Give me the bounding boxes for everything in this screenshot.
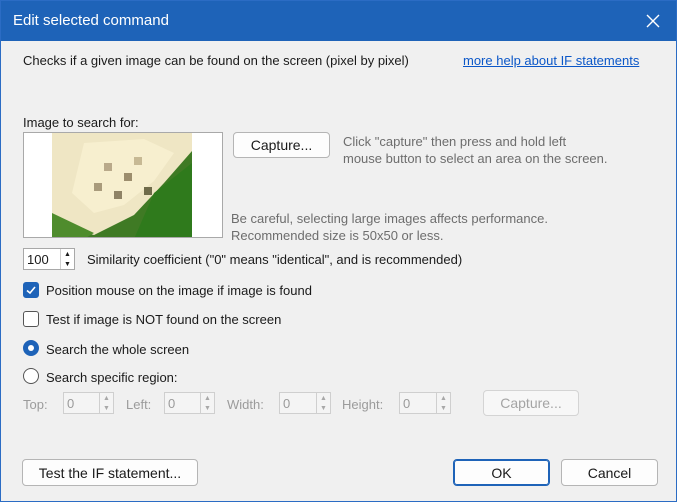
- help-link[interactable]: more help about IF statements: [463, 53, 639, 68]
- test-not-found-label[interactable]: Test if image is NOT found on the screen: [46, 312, 281, 327]
- image-preview: [23, 132, 223, 238]
- spin-down-icon[interactable]: ▼: [437, 403, 450, 413]
- title-bar: Edit selected command: [1, 1, 676, 41]
- ok-button[interactable]: OK: [453, 459, 550, 486]
- close-button[interactable]: [630, 1, 676, 41]
- spin-up-icon[interactable]: ▲: [100, 393, 113, 403]
- spin-up-icon[interactable]: ▲: [437, 393, 450, 403]
- spin-down-icon[interactable]: ▼: [61, 259, 74, 269]
- capture-button[interactable]: Capture...: [233, 132, 330, 158]
- position-mouse-label[interactable]: Position mouse on the image if image is …: [46, 283, 312, 298]
- search-specific-region-radio[interactable]: [23, 368, 39, 384]
- spin-down-icon[interactable]: ▼: [100, 403, 113, 413]
- warning-line1: Be careful, selecting large images affec…: [231, 211, 548, 226]
- region-height-stepper[interactable]: 0 ▲ ▼: [399, 392, 451, 414]
- region-top-label: Top:: [23, 397, 48, 412]
- spin-up-icon[interactable]: ▲: [317, 393, 330, 403]
- capture-hint-line1: Click "capture" then press and hold left: [343, 134, 567, 149]
- search-whole-screen-label[interactable]: Search the whole screen: [46, 342, 189, 357]
- dialog-title: Edit selected command: [13, 12, 169, 29]
- search-whole-screen-radio[interactable]: [23, 340, 39, 356]
- similarity-label: Similarity coefficient ("0" means "ident…: [87, 252, 463, 267]
- region-width-value[interactable]: 0: [280, 396, 316, 411]
- region-top-stepper[interactable]: 0 ▲ ▼: [63, 392, 114, 414]
- test-not-found-checkbox[interactable]: [23, 311, 39, 327]
- spin-down-icon[interactable]: ▼: [317, 403, 330, 413]
- region-top-value[interactable]: 0: [64, 396, 99, 411]
- warning-line2: Recommended size is 50x50 or less.: [231, 228, 444, 243]
- similarity-value[interactable]: 100: [24, 252, 60, 267]
- region-left-stepper[interactable]: 0 ▲ ▼: [164, 392, 215, 414]
- capture-hint-line2: mouse button to select an area on the sc…: [343, 151, 608, 166]
- captured-image-thumbnail: [52, 133, 192, 237]
- region-height-label: Height:: [342, 397, 384, 412]
- test-if-statement-button[interactable]: Test the IF statement...: [22, 459, 198, 486]
- image-label: Image to search for:: [23, 115, 139, 130]
- close-icon: [646, 14, 660, 28]
- spin-up-icon[interactable]: ▲: [61, 249, 74, 259]
- similarity-stepper[interactable]: 100 ▲ ▼: [23, 248, 75, 270]
- cancel-button[interactable]: Cancel: [561, 459, 658, 486]
- spin-up-icon[interactable]: ▲: [201, 393, 214, 403]
- region-capture-button[interactable]: Capture...: [483, 390, 579, 416]
- dialog-window: Edit selected command Checks if a given …: [0, 0, 677, 502]
- region-height-value[interactable]: 0: [400, 396, 436, 411]
- spin-down-icon[interactable]: ▼: [201, 403, 214, 413]
- search-specific-region-label[interactable]: Search specific region:: [46, 370, 178, 385]
- region-left-value[interactable]: 0: [165, 396, 200, 411]
- region-width-label: Width:: [227, 397, 264, 412]
- region-left-label: Left:: [126, 397, 152, 412]
- checkmark-icon: [26, 286, 36, 295]
- description-text: Checks if a given image can be found on …: [23, 53, 409, 68]
- region-width-stepper[interactable]: 0 ▲ ▼: [279, 392, 331, 414]
- position-mouse-checkbox[interactable]: [23, 282, 39, 298]
